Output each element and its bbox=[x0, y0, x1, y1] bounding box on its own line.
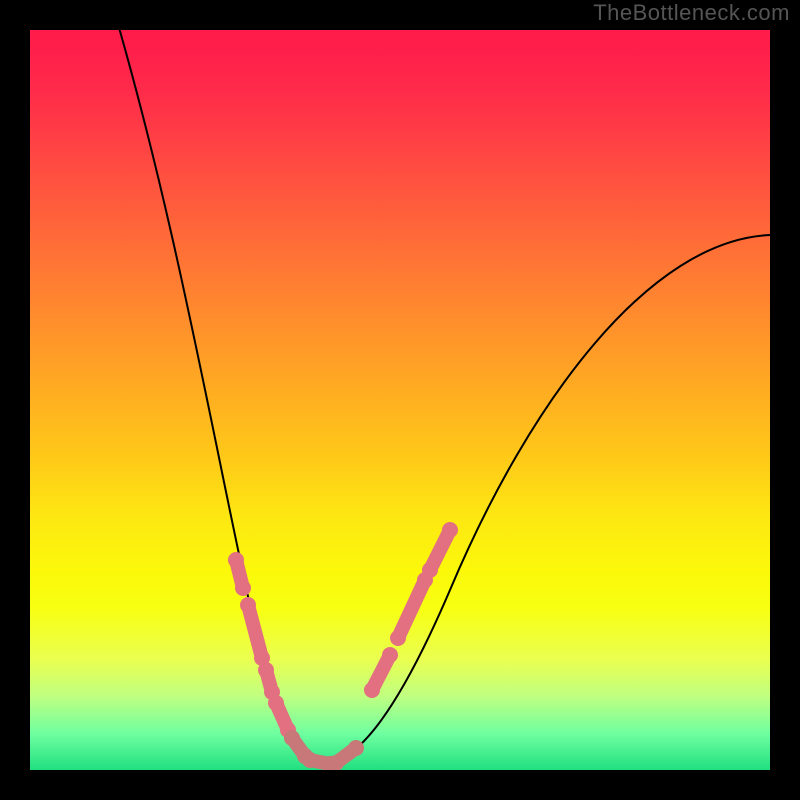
marker-dot bbox=[382, 647, 398, 663]
marker-dot bbox=[240, 597, 256, 613]
bottleneck-curve bbox=[108, 30, 770, 765]
marker-segment bbox=[398, 580, 425, 638]
marker-dot bbox=[390, 630, 406, 646]
chart-container: TheBottleneck.com bbox=[0, 0, 800, 800]
marker-dot bbox=[348, 740, 364, 756]
marker-dot bbox=[302, 752, 318, 768]
marker-dot bbox=[284, 730, 300, 746]
marker-dot bbox=[235, 580, 251, 596]
curve-svg bbox=[30, 30, 770, 770]
marker-dot bbox=[422, 562, 438, 578]
watermark-text: TheBottleneck.com bbox=[593, 0, 790, 26]
marker-dot bbox=[442, 522, 458, 538]
marker-dot bbox=[228, 552, 244, 568]
marker-dot bbox=[258, 662, 274, 678]
plot-area bbox=[30, 30, 770, 770]
marker-segment bbox=[248, 605, 262, 658]
marker-dot bbox=[268, 695, 284, 711]
marker-dot bbox=[364, 682, 380, 698]
